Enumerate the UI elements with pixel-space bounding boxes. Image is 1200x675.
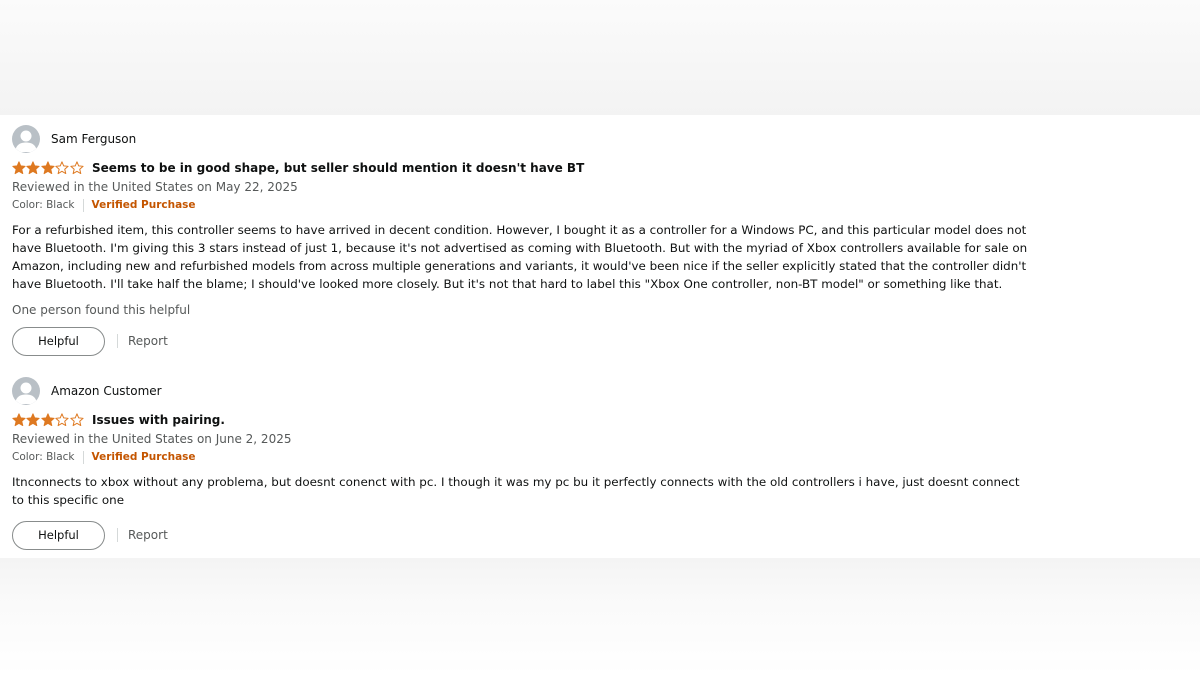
meta-divider	[82, 450, 84, 464]
avatar-icon	[12, 125, 40, 153]
review-card: Sam Ferguson Seems to be in good shape, …	[12, 125, 1072, 356]
reviewer-name: Amazon Customer	[51, 384, 162, 398]
action-divider	[117, 334, 118, 348]
action-divider	[117, 528, 118, 542]
review-title[interactable]: Issues with pairing.	[92, 413, 225, 427]
reviewer-profile[interactable]: Amazon Customer	[12, 377, 1072, 405]
star-filled-icon	[41, 413, 55, 427]
star-filled-icon	[41, 161, 55, 175]
star-rating[interactable]	[12, 161, 84, 175]
review-date: Reviewed in the United States on May 22,…	[12, 180, 298, 194]
verified-purchase-badge: Verified Purchase	[91, 199, 196, 211]
star-filled-icon	[12, 413, 26, 427]
meta-divider	[82, 198, 84, 212]
star-filled-icon	[26, 161, 41, 175]
review-date: Reviewed in the United States on June 2,…	[12, 432, 292, 446]
star-filled-icon	[12, 161, 26, 175]
avatar-icon	[12, 377, 40, 405]
review-body: For a refurbished item, this controller …	[12, 223, 1028, 291]
star-empty-icon	[55, 161, 69, 175]
reviewer-profile[interactable]: Sam Ferguson	[12, 125, 1072, 153]
star-filled-icon	[26, 413, 41, 427]
variant-color[interactable]: Color: Black	[12, 451, 75, 463]
helpful-button[interactable]: Helpful	[12, 520, 105, 550]
star-empty-icon	[55, 413, 69, 427]
helpful-count: One person found this helpful	[12, 303, 191, 317]
review-body: Itnconnects to xbox without any problema…	[12, 475, 1020, 507]
helpful-button[interactable]: Helpful	[12, 326, 105, 356]
reviewer-name: Sam Ferguson	[51, 132, 137, 146]
report-link[interactable]: Report	[128, 334, 168, 348]
reviews-list: Sam Ferguson Seems to be in good shape, …	[12, 125, 1072, 550]
review-title[interactable]: Seems to be in good shape, but seller sh…	[92, 161, 584, 175]
star-empty-icon	[69, 161, 84, 175]
verified-purchase-badge: Verified Purchase	[91, 451, 196, 463]
variant-color[interactable]: Color: Black	[12, 199, 75, 211]
page-top-fade	[0, 0, 1200, 115]
review-card: Amazon Customer Issues with pairing. Rev…	[12, 377, 1072, 550]
star-empty-icon	[69, 413, 84, 427]
report-link[interactable]: Report	[128, 528, 168, 542]
star-rating[interactable]	[12, 413, 84, 427]
page-bottom-fade	[0, 558, 1200, 675]
